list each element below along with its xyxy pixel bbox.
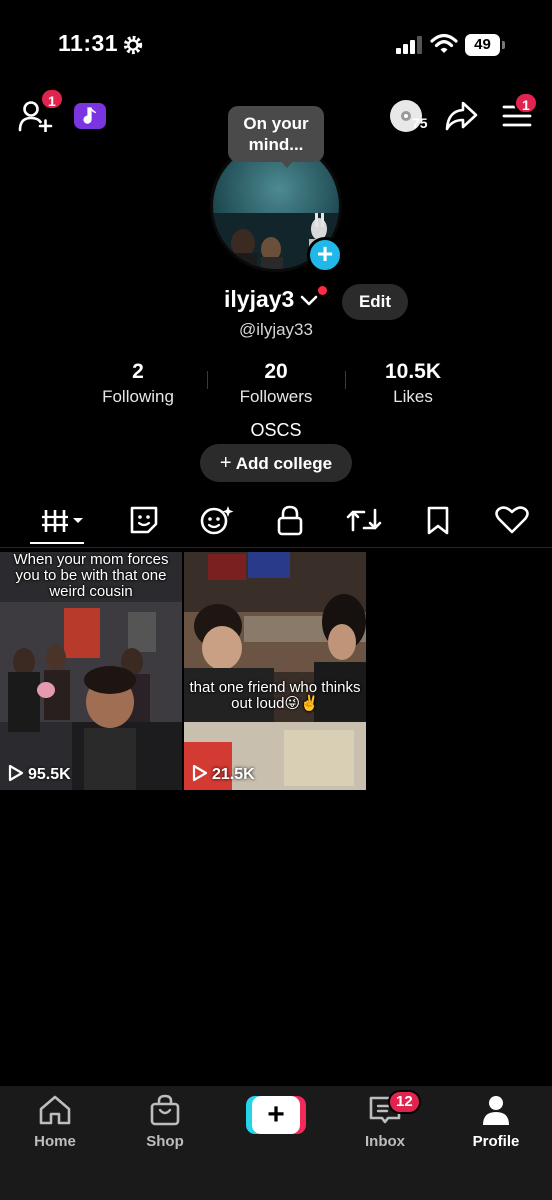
content-tabs [0,498,552,548]
status-bar: 11:31 49 [0,0,552,90]
bookmark-tab-icon[interactable] [418,504,458,536]
video-thumbnail[interactable]: that one friend who thinks out loud😜✌️ 2… [184,552,366,790]
liked-tab-icon[interactable] [492,504,532,536]
mind-prompt-line1: On your [243,114,309,133]
video-play-count: 95.5K [28,766,71,783]
stat-followers[interactable]: 20 Followers [206,360,346,407]
battery-cap [502,41,505,49]
plus-icon: + [219,452,232,474]
nav-inbox-label: Inbox [365,1133,405,1150]
profile-person-icon [483,1096,509,1125]
video-caption: that one friend who thinks out loud😜✌️ [189,679,361,712]
stat-following[interactable]: 2 Following [68,360,208,407]
video-play-count: 21.5K [212,766,255,783]
cellular-signal-icon [396,36,422,54]
video-thumbnail-image [184,552,366,790]
nav-profile[interactable]: Profile [451,1094,541,1150]
lock-tab-icon[interactable] [270,504,310,536]
display-name[interactable]: ilyjay3 [224,286,294,313]
user-handle: @ilyjay33 [239,320,313,339]
bio-text: OSCS [250,420,302,440]
battery-indicator: 49 [465,34,505,56]
chevron-down-icon[interactable] [300,294,318,308]
nav-home[interactable]: Home [10,1094,100,1150]
plus-icon: + [252,1096,300,1134]
coin-count: 75 [412,115,428,131]
followers-label: Followers [239,387,313,406]
videos-grid-tab-icon[interactable] [40,504,86,536]
mind-bubble-tail [280,160,294,168]
music-note-icon [83,107,97,124]
face-effects-tab-icon[interactable] [196,504,236,536]
share-icon[interactable] [444,100,478,132]
video-plays: 95.5K [8,764,71,784]
following-count: 2 [132,360,144,383]
play-icon [8,764,24,782]
mind-prompt-line2: mind... [248,135,304,154]
following-label: Following [102,387,174,406]
bottom-navigation: Home Shop + Inbox Profile [0,1086,552,1200]
nav-profile-label: Profile [472,1133,520,1150]
likes-label: Likes [393,387,433,406]
play-icon [192,764,208,782]
notification-dot [318,286,327,295]
video-thumbnail[interactable]: When your mom forces you to be with that… [0,552,182,790]
add-photo-button[interactable]: + [307,237,343,273]
music-note-button[interactable] [74,103,106,129]
nav-shop[interactable]: Shop [120,1094,210,1150]
nav-home-label: Home [34,1133,76,1150]
sticker-tab-icon[interactable] [124,504,164,536]
repost-tab-icon[interactable] [344,504,384,536]
gear-icon [123,35,143,55]
create-video-button[interactable]: + [246,1096,306,1134]
add-friends-badge: 1 [40,88,64,110]
wifi-icon [430,33,458,53]
video-caption: When your mom forces you to be with that… [13,552,169,600]
on-your-mind-bubble[interactable]: On your mind... [228,106,324,162]
stat-likes[interactable]: 10.5K Likes [343,360,483,407]
inbox-badge: 12 [388,1090,421,1114]
status-time: 11:31 [58,30,119,56]
home-icon [39,1095,71,1125]
menu-badge: 1 [514,92,538,114]
nav-shop-label: Shop [146,1133,184,1150]
add-college-button[interactable]: + Add college [200,444,352,482]
video-plays: 21.5K [192,764,255,784]
battery-level: 49 [465,34,500,56]
shopping-bag-icon [150,1094,180,1126]
followers-count: 20 [264,360,288,383]
add-college-label: Add college [235,454,333,473]
likes-count: 10.5K [384,360,442,383]
edit-profile-button[interactable]: Edit [342,284,408,320]
active-tab-indicator [30,542,84,544]
